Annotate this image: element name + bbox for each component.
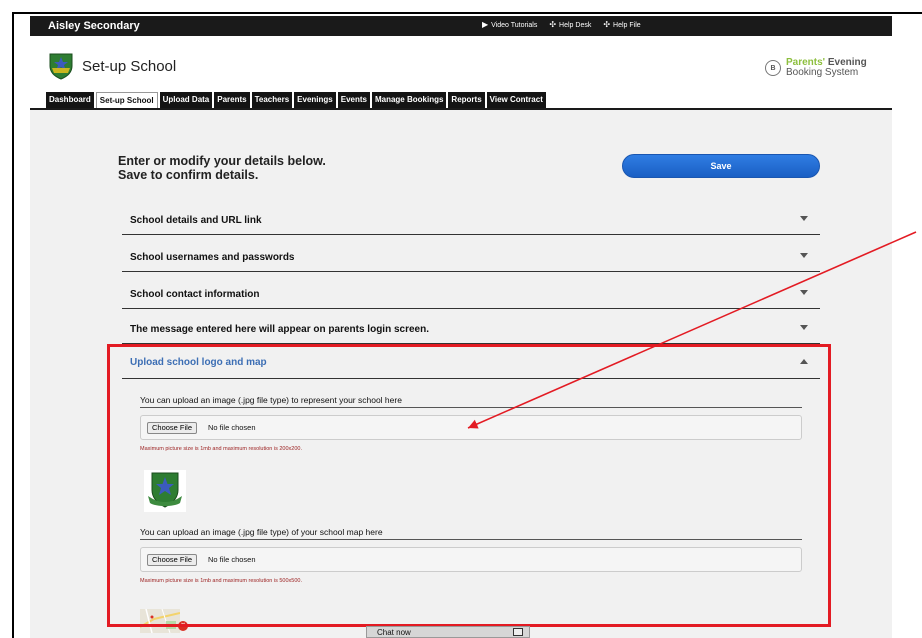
intro-line-1: Enter or modify your details below. (118, 154, 326, 168)
chevron-down-icon (800, 290, 808, 295)
accordion-contact-information[interactable]: School contact information (122, 272, 820, 309)
annotation-highlight-box (107, 344, 831, 627)
tab-set-up-school[interactable]: Set-up School (95, 92, 158, 108)
tab-manage-bookings[interactable]: Manage Bookings (371, 92, 447, 108)
accordion-label: School contact information (130, 289, 260, 300)
save-button[interactable]: Save (622, 154, 820, 178)
accordion-label: The message entered here will appear on … (130, 324, 429, 335)
tab-parents[interactable]: Parents (214, 92, 250, 108)
accordion-label: School usernames and passwords (130, 252, 295, 263)
accordion-usernames-passwords[interactable]: School usernames and passwords (122, 235, 820, 272)
accordion-label: School details and URL link (130, 215, 262, 226)
brand-line2: Booking System (786, 67, 859, 78)
intro-text: Enter or modify your details below. Save… (118, 154, 326, 182)
tab-upload-data[interactable]: Upload Data (159, 92, 213, 108)
school-crest-icon (49, 53, 73, 80)
tab-events[interactable]: Events (337, 92, 370, 108)
video-tutorials-link[interactable]: ▶ Video Tutorials (482, 21, 537, 29)
tab-evenings[interactable]: Evenings (294, 92, 336, 108)
help-file-link[interactable]: ✣ Help File (603, 21, 640, 29)
tab-teachers[interactable]: Teachers (251, 92, 293, 108)
accordion-login-message[interactable]: The message entered here will appear on … (122, 307, 820, 344)
chevron-down-icon (800, 325, 808, 330)
main-tabs: Dashboard Set-up School Upload Data Pare… (46, 92, 546, 108)
help-desk-link[interactable]: ✣ Help Desk (549, 21, 591, 29)
brand-logo: B Parents' Evening Booking System (765, 58, 867, 78)
chat-now-bar[interactable]: Chat now (366, 626, 530, 638)
intro-line-2: Save to confirm details. (118, 168, 259, 182)
accordion-school-details[interactable]: School details and URL link (122, 198, 820, 235)
top-bar: Aisley Secondary ▶ Video Tutorials ✣ Hel… (30, 16, 892, 36)
brand-text: Parents' Evening Booking System (786, 58, 867, 78)
tab-dashboard[interactable]: Dashboard (46, 92, 94, 108)
help-file-icon: ✣ (603, 20, 611, 29)
help-file-label: Help File (613, 21, 641, 29)
chevron-down-icon (800, 253, 808, 258)
page-title: Set-up School (82, 58, 177, 75)
help-desk-label: Help Desk (559, 21, 592, 29)
top-links: ▶ Video Tutorials ✣ Help Desk ✣ Help Fil… (482, 21, 641, 29)
help-desk-icon: ✣ (549, 20, 557, 29)
video-camera-icon: ▶ (482, 20, 489, 29)
tab-view-contract[interactable]: View Contract (486, 92, 546, 108)
brand-emblem-icon: B (765, 60, 781, 76)
chat-window-icon (513, 628, 523, 636)
school-name: Aisley Secondary (48, 20, 140, 32)
video-tutorials-label: Video Tutorials (491, 21, 538, 29)
chevron-down-icon (800, 216, 808, 221)
chat-label: Chat now (377, 628, 411, 637)
tab-reports[interactable]: Reports (448, 92, 485, 108)
